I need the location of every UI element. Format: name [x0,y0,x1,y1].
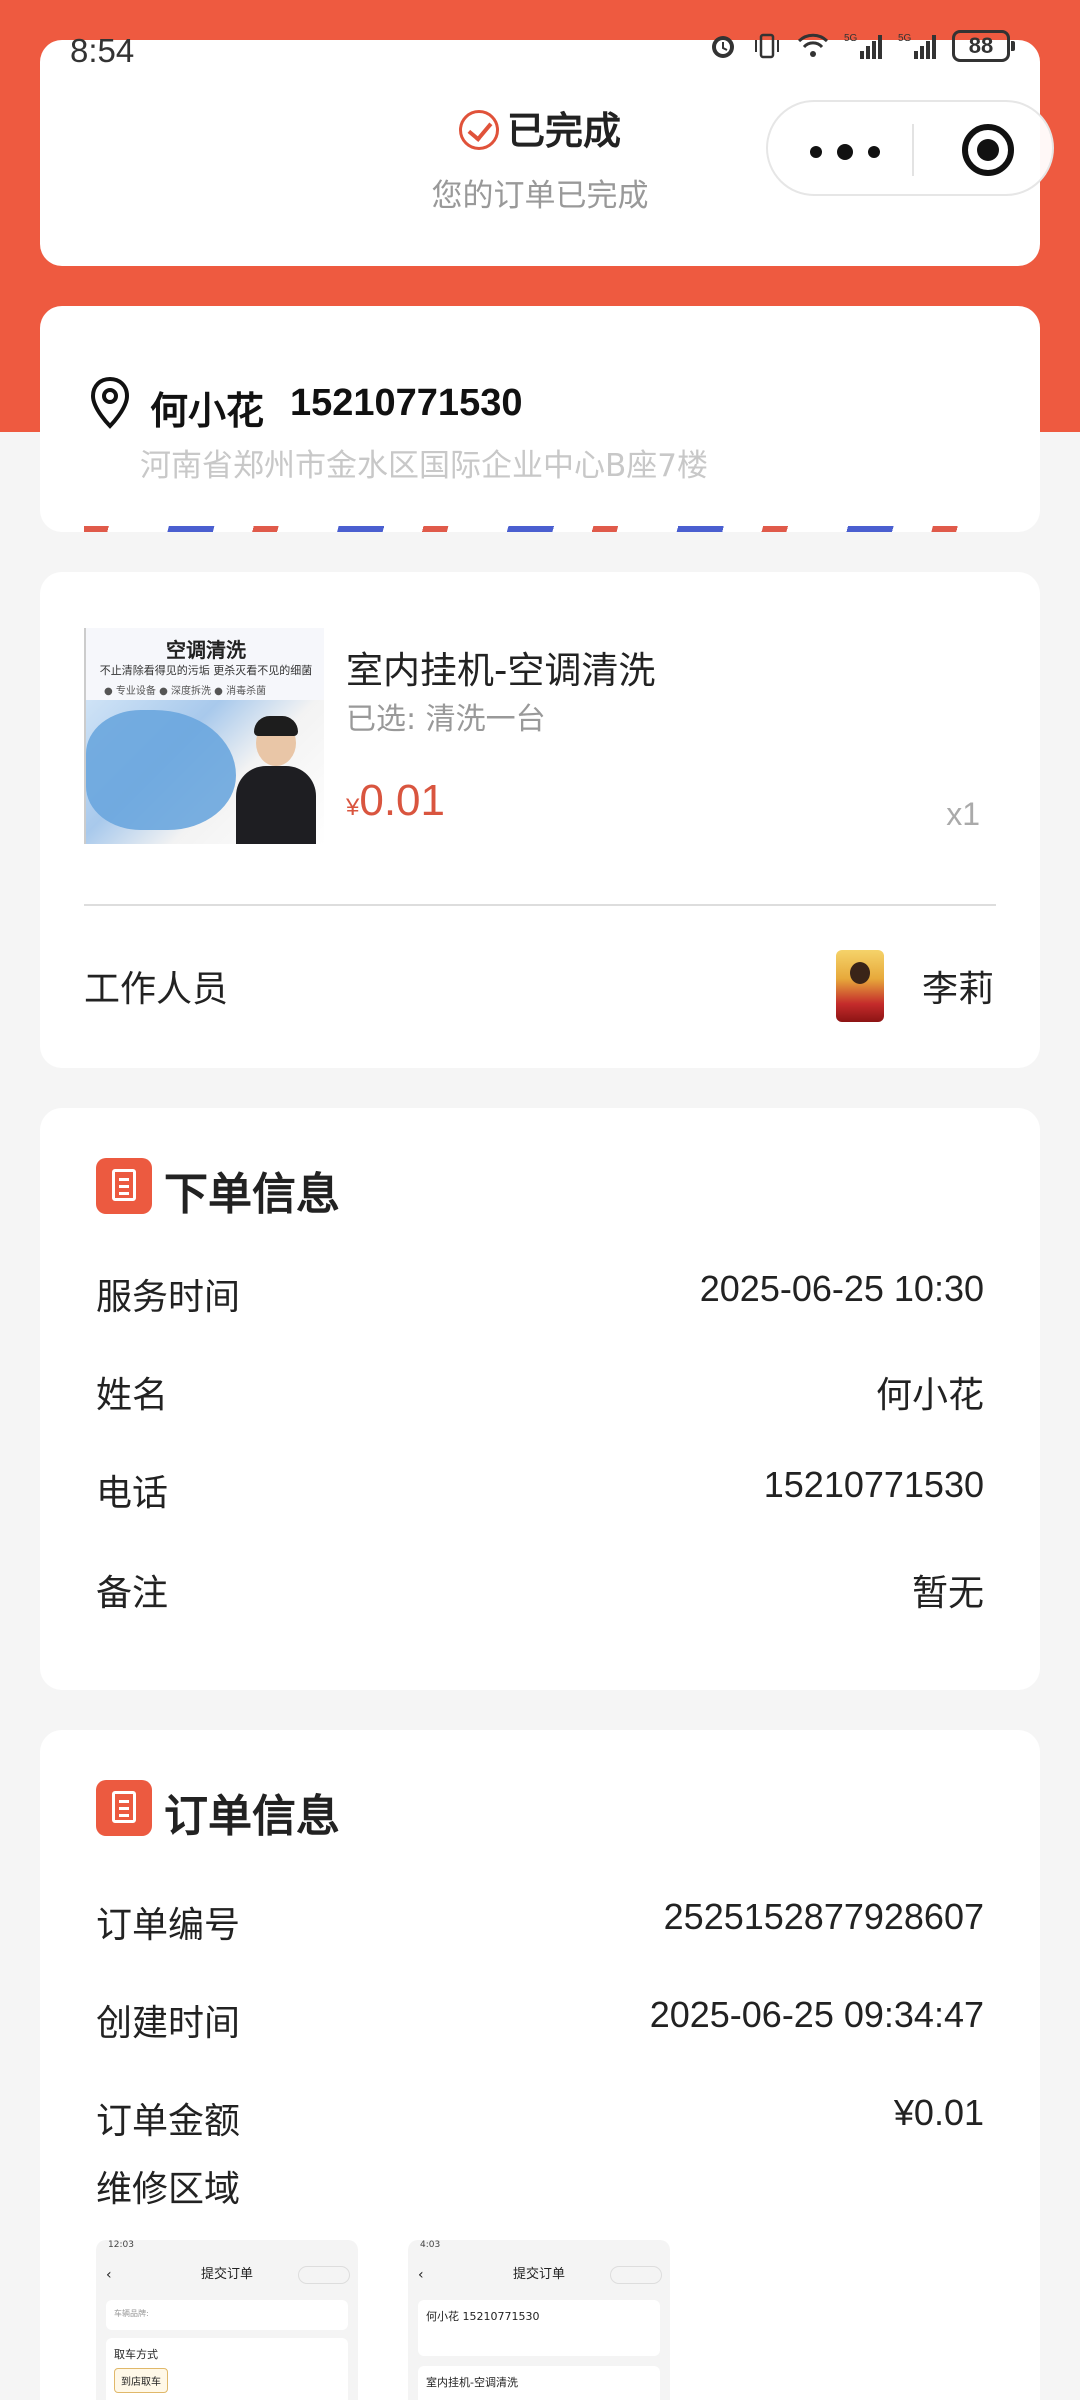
info-row-value: 15210771530 [763,1464,984,1505]
thumb-box: 室内挂机-空调清洗 [418,2366,660,2400]
info-row-label: 订单金额 [96,2101,241,2142]
info-row-value: 2025-06-25 09:34:47 [649,1994,984,2035]
status-icons: 5G 5G 88 [708,30,1015,62]
order-info-card: 订单信息 订单编号 2525152877928607 创建时间 2025-06-… [40,1730,1040,2400]
info-row-label: 姓名 [96,1375,169,1416]
info-row: 订单编号 2525152877928607 [96,1896,984,1946]
miniprogram-capsule [766,100,1054,196]
price-currency: ¥ [346,794,360,821]
price-value: 0.01 [359,776,445,825]
back-icon: ‹ [106,2267,112,2283]
back-icon: ‹ [418,2267,424,2283]
product-card: 空调清洗 不止清除看得见的污垢 更杀灭看不见的细菌 ● 专业设备 ● 深度拆洗 … [40,572,1040,1068]
info-row-label: 备注 [96,1573,169,1614]
status-bar: 8:54 5G 5G 88 [0,24,1080,80]
info-row: 备注 暂无 [96,1564,984,1614]
alarm-icon [712,36,734,58]
wifi-icon [797,33,829,57]
check-circle-icon [458,110,499,150]
staff-avatar [836,950,884,1022]
more-icon[interactable] [810,144,880,160]
thumb-box-heading: 室内挂机-空调清洗 [426,2376,518,2389]
signal-icon-1: 5G [844,33,882,59]
thumb-box-text: 车辆品牌: [114,2309,149,2318]
repair-area-photo[interactable]: 4:03 ‹ 提交订单 何小花 15210771530 室内挂机-空调清洗 [408,2240,670,2400]
thumb-box-heading: 取车方式 [114,2348,158,2361]
repair-area-label: 维修区域 [96,2169,241,2210]
signal-icon-2: 5G [898,33,936,59]
product-divider [84,904,996,906]
thumb-nav: ‹ 提交订单 [408,2258,670,2292]
clipboard-icon [96,1158,152,1214]
address-airmail-border [84,526,1010,532]
info-row-label: 创建时间 [96,2003,241,2044]
product-selected-sku: 已选: 清洗一台 [346,702,546,737]
thumb-tag: 到店取车 [114,2368,168,2393]
thumb-nav: ‹ 提交订单 [96,2258,358,2292]
staff-name: 李莉 [921,969,994,1010]
thumb-status-time: 12:03 [108,2240,134,2250]
address-detail: 河南省郑州市金水区国际企业中心B座7楼 [140,448,708,484]
status-title-text: 已完成 [506,109,621,153]
product-quantity: x1 [946,796,980,832]
info-row: 服务时间 2025-06-25 10:30 [96,1268,984,1318]
close-miniprogram-icon[interactable] [962,124,1014,176]
product-name: 室内挂机-空调清洗 [346,649,656,692]
product-image-photo [86,700,324,844]
info-row: 创建时间 2025-06-25 09:34:47 [96,1994,984,2044]
address-card: 何小花 15210771530 河南省郑州市金水区国际企业中心B座7楼 [40,306,1040,532]
info-row-label: 订单编号 [96,1905,241,1946]
product-image-subtitle: 不止清除看得见的污垢 更杀灭看不见的细菌 [99,664,313,677]
address-name: 何小花 [150,389,265,433]
thumb-box-text: 何小花 15210771530 [426,2310,540,2323]
info-row-value: 暂无 [911,1573,984,1614]
info-row-value: ¥0.01 [893,2092,984,2133]
info-row-value: 2525152877928607 [663,1896,984,1937]
product-image[interactable]: 空调清洗 不止清除看得见的污垢 更杀灭看不见的细菌 ● 专业设备 ● 深度拆洗 … [84,628,324,844]
svg-text:5G: 5G [844,33,858,44]
product-price: ¥0.01 [346,776,445,826]
info-row: 电话 15210771530 [96,1464,984,1514]
thumb-capsule [610,2266,662,2284]
staff-label: 工作人员 [84,969,229,1010]
address-phone: 15210771530 [290,382,523,424]
thumb-capsule [298,2266,350,2284]
order-placement-title: 下单信息 [164,1169,340,1220]
vibrate-icon [755,33,779,59]
thumb-status-time: 4:03 [420,2240,441,2250]
info-row-label: 服务时间 [96,1277,241,1318]
thumb-title: 提交订单 [200,2267,253,2282]
info-row-label: 电话 [96,1473,169,1514]
svg-text:5G: 5G [898,33,912,44]
order-placement-card: 下单信息 服务时间 2025-06-25 10:30 姓名 何小花 电话 152… [40,1108,1040,1690]
battery-icon: 88 [952,30,1015,62]
thumb-title: 提交订单 [512,2267,565,2282]
status-time: 8:54 [70,32,135,69]
info-row: 订单金额 ¥0.01 [96,2092,984,2142]
repair-area-photo[interactable]: 12:03 ‹ 提交订单 车辆品牌: 取车方式 到店取车 [96,2240,358,2400]
thumb-box: 取车方式 到店取车 [106,2338,348,2400]
product-image-title: 空调清洗 [166,638,246,662]
info-row: 姓名 何小花 [96,1366,984,1416]
thumb-box: 何小花 15210771530 [418,2300,660,2356]
location-pin-icon [90,376,130,429]
thumb-box: 车辆品牌: [106,2300,348,2330]
info-row-value: 何小花 [875,1375,984,1416]
capsule-divider [912,124,914,176]
receipt-icon [96,1780,152,1836]
order-info-title: 订单信息 [164,1791,340,1842]
info-row-value: 2025-06-25 10:30 [699,1268,984,1309]
product-image-tags: ● 专业设备 ● 深度拆洗 ● 消毒杀菌 [104,686,267,697]
